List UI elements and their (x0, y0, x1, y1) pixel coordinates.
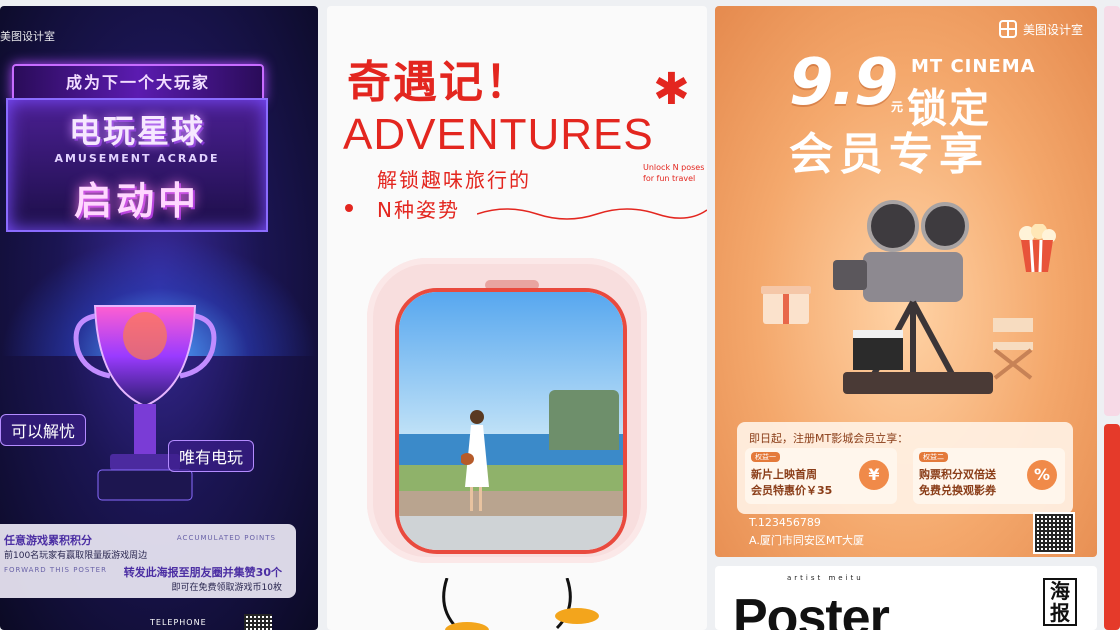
travel-sub-line1: 解锁趣味旅行的 (377, 168, 531, 192)
partial-card-right-top[interactable] (1104, 6, 1120, 416)
partial-card-right-bottom[interactable] (1104, 424, 1120, 630)
info-row4: 即可在免费领取游戏币10枚 (171, 583, 282, 593)
poster-big-word: Poster (733, 589, 890, 630)
title-panel: 电玩星球 AMUSEMENT ACRADE 启动中 (6, 98, 268, 232)
logo-icon (998, 20, 1017, 38)
legs-decoration (442, 578, 599, 630)
poster-side-text: 海报 (1043, 578, 1077, 626)
meitu-logo: 美图设计室 (998, 20, 1083, 38)
headline-member: 会员专享 (789, 129, 989, 180)
member-benefits-box: 即日起，注册MT影城会员立享： 权益一 新片上映首周 会员特惠价￥35 ¥ 权益… (737, 422, 1073, 514)
benefit2-badge: 权益二 (919, 452, 948, 462)
artist-label: artist meitu (787, 574, 864, 582)
popcorn-icon (1019, 224, 1056, 273)
percent-icon: % (1027, 460, 1057, 490)
poster-template-card[interactable]: artist meitu Poster 海报 (715, 566, 1097, 630)
travel-title-en: ADVENTURES (343, 110, 654, 159)
telephone-label: TELEPHONE (150, 618, 207, 627)
info-box: 任意游戏累积积分 ACCUMULATED POINTS 前100名玩家有赢取限量… (0, 524, 296, 598)
gift-box-icon (761, 286, 811, 324)
airplane-window (367, 258, 647, 563)
traveler-figure (461, 410, 489, 511)
benefit2-line2: 免费兑换观影券 (919, 484, 996, 497)
benefit1-line2: 会员特惠价￥35 (751, 484, 833, 497)
trophy-icon (73, 305, 217, 501)
wave-line-icon (477, 208, 707, 220)
tag-right: 唯有电玩 (168, 440, 255, 472)
tag-left: 可以解忧 (0, 414, 87, 446)
qr-code-icon (244, 614, 272, 630)
title-line2: 启动中 (73, 179, 200, 223)
benefit1-line1: 新片上映首周 (751, 468, 817, 481)
address-text: A.厦门市同安区MT大厦 (749, 534, 865, 547)
qr-code-icon (1033, 512, 1075, 554)
info-row3-en: FORWARD THIS POSTER (4, 566, 107, 574)
benefit2-line1: 购票积分双倍送 (919, 468, 996, 481)
cinema-brand-en: MT CINEMA (911, 56, 1036, 77)
info-row1: 任意游戏累积积分 (4, 534, 92, 547)
window-photo (395, 288, 627, 554)
benefits-header: 即日起，注册MT影城会员立享： (749, 432, 909, 445)
star-icon: ✱ (653, 64, 690, 115)
house-image (549, 390, 619, 450)
price-value: 9.9 (789, 46, 898, 120)
ribbon-text: 成为下一个大玩家 (12, 64, 264, 102)
benefit-card-2: 权益二 购票积分双倍送 免费兑换观影券 % (913, 448, 1065, 504)
phone-text: T.123456789 (749, 516, 821, 529)
brand-label: 美图设计室 (0, 30, 55, 43)
price-unit: 元 (891, 100, 904, 114)
yuan-coin-icon: ¥ (859, 460, 889, 490)
travel-small-en: Unlock N poses for fun travel (643, 163, 705, 183)
info-row2: 前100名玩家有赢取限量版游戏周边 (4, 551, 148, 561)
benefit1-badge: 权益一 (751, 452, 780, 462)
info-row3: 转发此海报至朋友圈并集赞30个 (123, 566, 282, 579)
travel-sub-line2: N种姿势 (377, 198, 460, 222)
logo-text: 美图设计室 (1022, 22, 1083, 37)
travel-title-cn: 奇遇记！ (347, 57, 531, 108)
benefit-card-1: 权益一 新片上映首周 会员特惠价￥35 ¥ (745, 448, 897, 504)
title-line1: 电玩星球 (68, 112, 205, 150)
info-row1-en: ACCUMULATED POINTS (176, 534, 276, 542)
cinema-poster-card[interactable]: 美图设计室 9.9 元 MT CINEMA 锁定 会员专享 即日起，注册MT影城… (715, 6, 1097, 557)
title-en: AMUSEMENT ACRADE (54, 152, 220, 165)
director-chair-icon (993, 318, 1033, 380)
game-poster-card[interactable]: 美图设计室 成为下一个大玩家 电玩星球 AMUSEMENT ACRADE 启动中… (0, 6, 318, 630)
dot-decoration (345, 204, 353, 212)
travel-poster-card[interactable]: 奇遇记！ ✱ ADVENTURES 解锁趣味旅行的 N种姿势 Unlock N … (327, 6, 707, 630)
